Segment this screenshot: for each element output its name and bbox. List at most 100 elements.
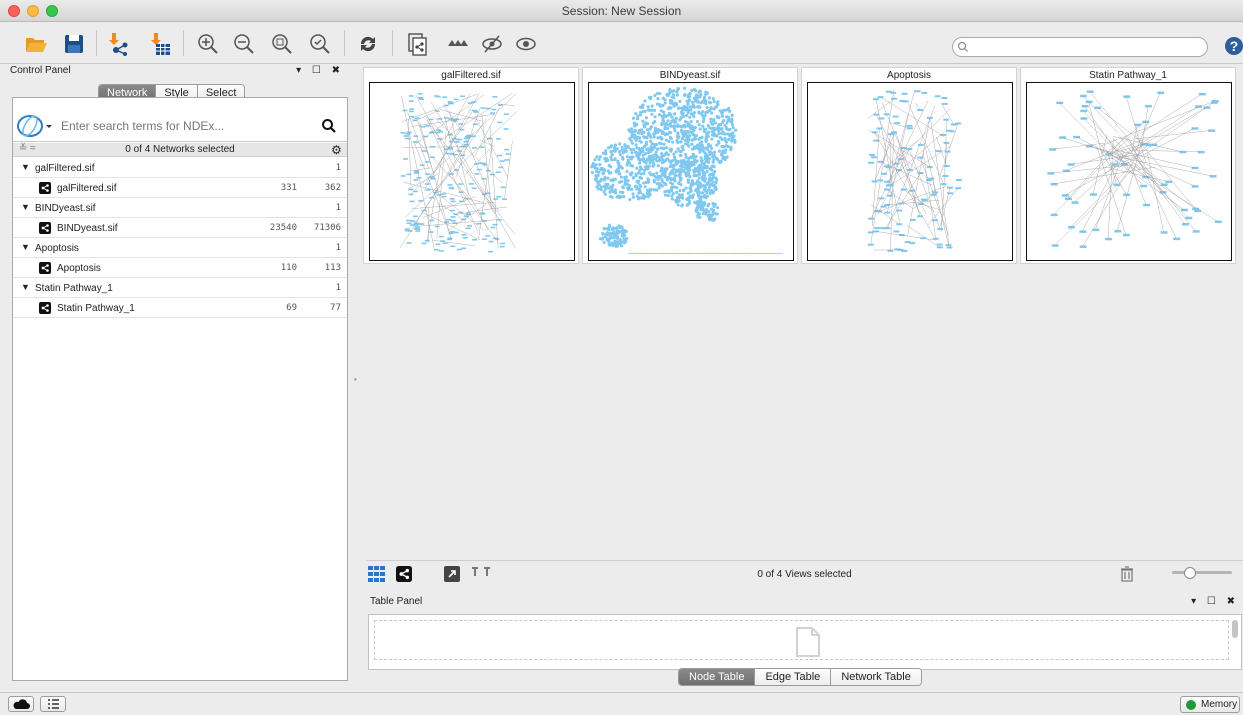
network-node <box>649 135 653 139</box>
new-network-icon[interactable] <box>405 32 429 56</box>
network-node <box>472 238 478 241</box>
network-node <box>448 186 454 189</box>
table-area <box>368 614 1242 670</box>
zoom-out-icon[interactable] <box>232 32 256 56</box>
network-node <box>662 142 666 146</box>
network-thumbnail[interactable]: Apoptosis <box>801 67 1017 264</box>
tab-edge-table[interactable]: Edge Table <box>755 669 832 685</box>
tab-network-table[interactable]: Network Table <box>831 669 921 685</box>
network-node <box>660 184 664 188</box>
caret-down-icon[interactable]: ▼ <box>21 202 30 212</box>
network-collection-row[interactable]: ▼ galFiltered.sif 1 <box>13 158 347 178</box>
network-node <box>896 209 903 212</box>
network-node <box>633 150 638 154</box>
network-node <box>590 165 594 169</box>
import-network-icon[interactable] <box>106 32 130 56</box>
network-node <box>909 218 916 221</box>
network-node <box>675 190 679 194</box>
network-node <box>434 225 440 228</box>
ndex-search-input[interactable] <box>59 118 309 134</box>
network-thumbnail[interactable]: Statin Pathway_1 <box>1020 67 1236 264</box>
caret-down-icon[interactable]: ▼ <box>21 282 30 292</box>
network-node <box>413 135 419 137</box>
network-node <box>728 253 731 255</box>
network-thumbnail-canvas[interactable] <box>369 82 575 261</box>
network-node <box>615 236 620 240</box>
zoom-selected-icon[interactable] <box>308 32 332 56</box>
show-icon[interactable] <box>514 32 538 56</box>
network-node <box>1122 233 1130 237</box>
network-node <box>906 148 913 151</box>
network-thumbnail[interactable]: galFiltered.sif <box>363 67 579 264</box>
network-node <box>443 117 449 119</box>
network-collection-row[interactable]: ▼ Apoptosis 1 <box>13 238 347 258</box>
network-node <box>501 198 507 200</box>
network-node <box>644 116 648 120</box>
memory-button[interactable]: Memory <box>1180 696 1240 713</box>
network-node <box>716 128 720 132</box>
network-node <box>638 253 641 255</box>
slider-knob[interactable] <box>1184 567 1196 579</box>
network-node <box>648 157 652 161</box>
zoom-in-icon[interactable] <box>196 32 220 56</box>
caret-down-icon[interactable]: ▼ <box>21 162 30 172</box>
table-scrollbar[interactable] <box>1232 620 1238 638</box>
refresh-icon[interactable] <box>356 32 380 56</box>
thumbnail-size-slider[interactable] <box>1172 571 1232 574</box>
network-collection-row[interactable]: ▼ BINDyeast.sif 1 <box>13 198 347 218</box>
network-thumbnail[interactable]: BINDyeast.sif <box>582 67 798 264</box>
network-collection-row[interactable]: ▼ Statin Pathway_1 1 <box>13 278 347 298</box>
cloud-button[interactable] <box>8 696 34 712</box>
task-list-button[interactable] <box>40 696 66 712</box>
gear-icon[interactable]: ⚙ <box>331 143 342 157</box>
ndex-search-button[interactable] <box>321 118 337 137</box>
ndex-logo-icon[interactable] <box>15 113 55 142</box>
network-node <box>950 123 957 126</box>
caret-down-icon[interactable]: ▼ <box>21 242 30 252</box>
hide-icon[interactable] <box>446 32 470 56</box>
network-node <box>503 113 509 116</box>
network-node <box>955 187 962 190</box>
network-row[interactable]: BINDyeast.sif 23540 71306 <box>13 218 347 238</box>
network-edge <box>401 93 478 122</box>
network-node <box>690 100 695 104</box>
splitter-handle[interactable]: • <box>354 375 357 384</box>
save-icon[interactable] <box>62 32 86 56</box>
network-node <box>461 234 467 236</box>
network-node <box>671 192 675 196</box>
network-row[interactable]: Statin Pathway_1 69 77 <box>13 298 347 318</box>
network-thumbnail-canvas[interactable] <box>1026 82 1232 261</box>
open-folder-icon[interactable] <box>24 32 48 56</box>
network-node <box>697 212 701 216</box>
network-node <box>674 200 679 204</box>
trash-icon[interactable] <box>1120 566 1134 585</box>
network-node <box>716 125 720 129</box>
tab-node-table[interactable]: Node Table <box>679 669 756 685</box>
table-panel-title: Table Panel <box>370 596 423 607</box>
network-thumbnail-canvas[interactable] <box>588 82 794 261</box>
network-node <box>736 253 739 255</box>
network-node <box>646 147 650 152</box>
network-node <box>717 131 721 136</box>
network-node <box>627 128 631 132</box>
toolbar-separator <box>344 30 345 56</box>
network-node <box>673 173 677 177</box>
table-panel-window-controls[interactable]: ▾ ☐ ✖ <box>1191 596 1239 607</box>
network-thumbnail-canvas[interactable] <box>807 82 1013 261</box>
network-row[interactable]: galFiltered.sif 331 362 <box>13 178 347 198</box>
zoom-fit-icon[interactable] <box>270 32 294 56</box>
network-node <box>408 193 414 196</box>
network-node <box>699 208 703 212</box>
network-node <box>700 159 704 163</box>
hide-selected-icon[interactable] <box>480 32 504 56</box>
help-button[interactable]: ? <box>1225 37 1243 55</box>
network-node <box>495 171 501 173</box>
network-node <box>692 157 697 162</box>
network-node <box>488 240 494 243</box>
import-table-icon[interactable] <box>148 32 172 56</box>
network-node <box>698 215 702 219</box>
control-panel-window-controls[interactable]: ▾ ☐ ✖ <box>296 65 344 76</box>
toolbar-search-input[interactable] <box>952 37 1208 57</box>
network-row[interactable]: Apoptosis 110 113 <box>13 258 347 278</box>
network-node <box>728 134 732 138</box>
